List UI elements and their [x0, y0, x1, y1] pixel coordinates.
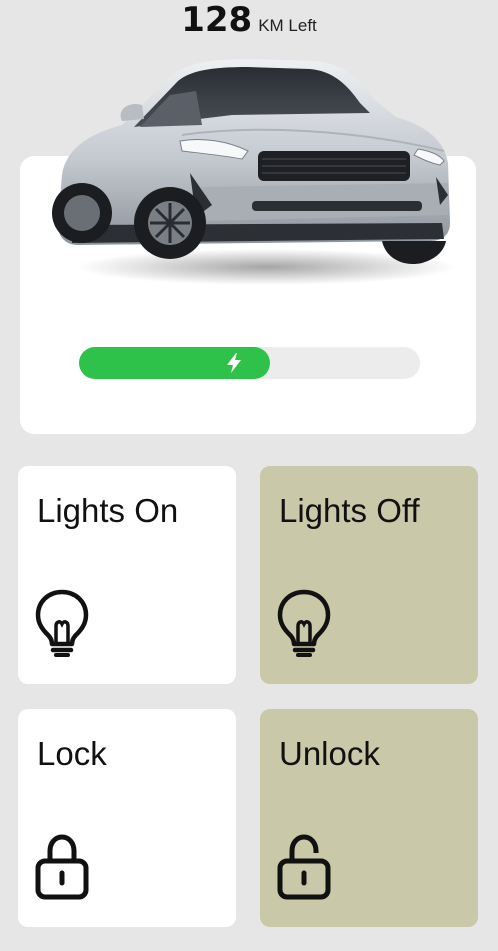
- unlock-label: Unlock: [279, 735, 380, 772]
- car-image: [52, 59, 454, 285]
- padlock-open-icon: [277, 834, 331, 900]
- lightbulb-icon: [277, 589, 331, 657]
- lights-on-label: Lights On: [37, 492, 179, 529]
- lightbulb-icon: [35, 589, 89, 657]
- range-unit: KM Left: [258, 16, 317, 35]
- padlock-closed-icon: [35, 834, 89, 900]
- lights-on-button[interactable]: Lights On: [18, 466, 236, 684]
- lights-off-button[interactable]: Lights Off: [260, 466, 478, 684]
- range-value: 128: [181, 0, 253, 40]
- lights-off-label: Lights Off: [279, 492, 420, 529]
- lightning-bolt-icon: [226, 353, 241, 373]
- unlock-button[interactable]: Unlock: [260, 709, 478, 927]
- battery-level-bar: [79, 347, 420, 379]
- lock-label: Lock: [37, 735, 107, 772]
- range-header: 128 KM Left: [0, 0, 498, 40]
- lock-button[interactable]: Lock: [18, 709, 236, 927]
